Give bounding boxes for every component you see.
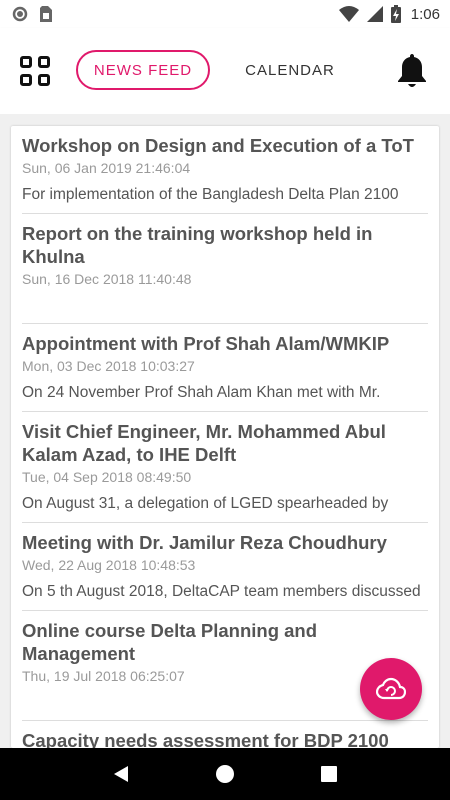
item-date: Sun, 16 Dec 2018 11:40:48 bbox=[22, 271, 192, 287]
item-summary: On 5 th August 2018, DeltaCAP team membe… bbox=[22, 583, 421, 600]
list-item[interactable]: Capacity needs assessment for BDP 2100 bbox=[22, 721, 428, 748]
list-item[interactable]: Workshop on Design and Execution of a To… bbox=[22, 126, 428, 214]
circle-icon bbox=[12, 6, 28, 22]
tab-calendar[interactable]: CALENDAR bbox=[238, 50, 342, 90]
item-date: Sun, 06 Jan 2019 21:46:04 bbox=[22, 160, 191, 176]
navigation-bar bbox=[0, 748, 450, 800]
cloud-sync-icon bbox=[376, 677, 406, 700]
signal-icon bbox=[366, 6, 383, 22]
wifi-icon bbox=[338, 6, 359, 22]
item-summary: On 24 November Prof Shah Alam Khan met w… bbox=[22, 384, 381, 401]
list-item[interactable]: Visit Chief Engineer, Mr. Mohammed Abul … bbox=[22, 412, 428, 523]
sim-card-icon bbox=[40, 6, 52, 22]
item-date: Wed, 22 Aug 2018 10:48:53 bbox=[22, 557, 196, 573]
feed-card[interactable]: Workshop on Design and Execution of a To… bbox=[11, 126, 439, 748]
back-icon[interactable] bbox=[112, 765, 130, 783]
item-title: Meeting with Dr. Jamilur Reza Choudhury bbox=[22, 532, 387, 553]
status-time: 1:06 bbox=[410, 5, 440, 23]
status-bar: 1:06 bbox=[0, 0, 450, 28]
status-left bbox=[12, 6, 52, 22]
cloud-sync-button[interactable] bbox=[360, 658, 422, 720]
item-date: Mon, 03 Dec 2018 10:03:27 bbox=[22, 358, 195, 374]
feed-container: Workshop on Design and Execution of a To… bbox=[0, 114, 450, 748]
list-item[interactable]: Report on the training workshop held in … bbox=[22, 214, 428, 324]
item-summary: For implementation of the Bangladesh Del… bbox=[22, 186, 399, 203]
item-title: Appointment with Prof Shah Alam/WMKIP bbox=[22, 333, 390, 354]
bell-icon[interactable] bbox=[396, 52, 428, 90]
item-title: Capacity needs assessment for BDP 2100 bbox=[22, 730, 389, 748]
menu-grid-icon[interactable] bbox=[20, 56, 50, 86]
item-date: Tue, 04 Sep 2018 08:49:50 bbox=[22, 469, 192, 485]
list-item[interactable]: Appointment with Prof Shah Alam/WMKIP Mo… bbox=[22, 324, 428, 412]
item-title: Visit Chief Engineer, Mr. Mohammed Abul … bbox=[22, 421, 386, 465]
home-icon[interactable] bbox=[215, 764, 235, 784]
item-summary: On August 31, a delegation of LGED spear… bbox=[22, 495, 389, 512]
item-title: Workshop on Design and Execution of a To… bbox=[22, 135, 414, 156]
list-item[interactable]: Meeting with Dr. Jamilur Reza Choudhury … bbox=[22, 523, 428, 611]
recents-icon[interactable] bbox=[320, 765, 338, 783]
tab-news-feed[interactable]: NEWS FEED bbox=[76, 50, 210, 90]
item-title: Report on the training workshop held in … bbox=[22, 223, 373, 267]
battery-charging-icon bbox=[390, 5, 401, 23]
app-bar: NEWS FEED CALENDAR bbox=[0, 28, 450, 114]
item-title: Online course Delta Planning and Managem… bbox=[22, 620, 318, 664]
status-right: 1:06 bbox=[338, 5, 440, 23]
